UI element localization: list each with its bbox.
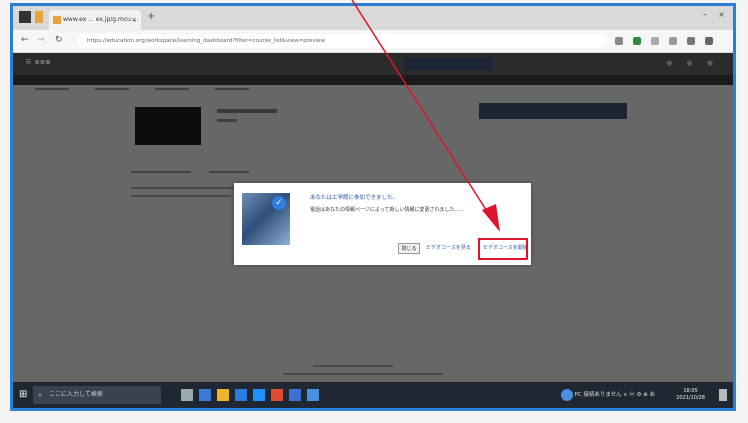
system-tray[interactable]: PC 接続ありません ∧ ⓦ ⚙ ⊕ あ [574, 390, 655, 398]
forward-arrow-icon[interactable]: → [37, 35, 45, 45]
app-icon[interactable] [271, 389, 283, 401]
extension-icon[interactable] [651, 37, 659, 45]
completion-dialog: ✓ あなたはエ学館に参加できました。 電話はあなたの情報ページによって新しい情報… [234, 183, 531, 265]
close-window-button[interactable]: × [718, 10, 725, 19]
extension-icon[interactable] [669, 37, 677, 45]
extension-icon[interactable] [633, 37, 641, 45]
edge-icon[interactable] [199, 389, 211, 401]
search-placeholder: ここに入力して検索 [49, 391, 103, 398]
mail-icon[interactable] [253, 389, 265, 401]
search-icon: ⌕ [38, 391, 42, 399]
tab-favicon [53, 16, 61, 24]
address-bar-row: ← → ↻ https://education.org/workspace/le… [13, 30, 733, 53]
browser-tab-bar: www.ex ... ex.jp/g.mcu ... × + – × [13, 6, 733, 30]
menu-icon[interactable] [705, 37, 713, 45]
tab-title: www.ex ... ex.jp/g.mcu ... [63, 16, 139, 23]
app-icon[interactable] [307, 389, 319, 401]
screenshot-frame: www.ex ... ex.jp/g.mcu ... × + – × ← → ↻… [10, 3, 736, 411]
task-view-icon[interactable] [181, 389, 193, 401]
clock-date: 2021/10/28 [676, 395, 705, 401]
windows-taskbar: ⊞ ⌕ ここに入力して検索 PC 接続ありません ∧ ⓦ ⚙ ⊕ あ 18:05… [13, 382, 733, 408]
reload-icon[interactable]: ↻ [55, 35, 63, 45]
app-icon[interactable] [289, 389, 301, 401]
dialog-title: あなたはエ学館に参加できました。 [310, 195, 399, 201]
dialog-message: 電話はあなたの情報ページによって新しい情報に変更されました...... [310, 207, 465, 213]
windows-start-icon[interactable]: ⊞ [19, 389, 27, 400]
minimize-button[interactable]: – [703, 10, 707, 19]
taskbar-search[interactable]: ⌕ ここに入力して検索 [33, 386, 161, 404]
view-video-course-link[interactable]: ビデオコースを見る [426, 244, 471, 251]
browser-tab[interactable]: www.ex ... ex.jp/g.mcu ... × [49, 10, 141, 30]
checkmark-icon: ✓ [272, 196, 286, 210]
new-tab-button[interactable]: + [147, 11, 155, 22]
clock-time: 18:05 [683, 388, 698, 394]
store-icon[interactable] [235, 389, 247, 401]
highlight-box [478, 238, 528, 260]
url-field[interactable]: https://education.org/workspace/learning… [77, 34, 607, 48]
sidebar-toggle-icon[interactable] [19, 11, 31, 23]
bookmark-icon[interactable] [35, 11, 43, 23]
extension-icon[interactable] [615, 37, 623, 45]
tab-close-icon[interactable]: × [131, 10, 137, 30]
close-button[interactable]: 閉じる [398, 243, 420, 254]
notification-icon[interactable] [719, 389, 727, 401]
taskbar-clock[interactable]: 18:05 2021/10/28 [676, 388, 705, 402]
file-explorer-icon[interactable] [217, 389, 229, 401]
app-icon[interactable] [561, 389, 573, 401]
back-arrow-icon[interactable]: ← [21, 35, 29, 45]
profile-icon[interactable] [687, 37, 695, 45]
dialog-illustration: ✓ [242, 193, 290, 245]
